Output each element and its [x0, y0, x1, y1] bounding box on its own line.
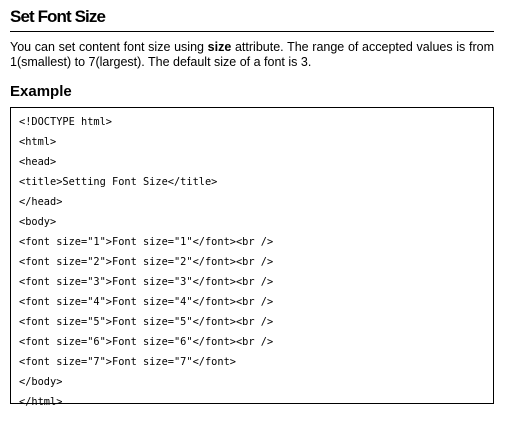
- document-page: Set Font Size You can set content font s…: [10, 6, 494, 408]
- code-line: </html>: [19, 396, 63, 408]
- code-line: <!DOCTYPE html>: [19, 116, 112, 128]
- code-line: <font size="7">Font size="7"</font>: [19, 356, 236, 368]
- code-example-box: <!DOCTYPE html> <html> <head> <title>Set…: [10, 107, 494, 408]
- code-line: <html>: [19, 136, 57, 148]
- intro-text-before: You can set content font size using: [10, 40, 208, 54]
- code-line: <font size="5">Font size="5"</font><br /…: [19, 316, 274, 328]
- code-line: <font size="4">Font size="4"</font><br /…: [19, 296, 274, 308]
- code-line: <body>: [19, 216, 57, 228]
- example-heading: Example: [10, 83, 72, 100]
- intro-paragraph: You can set content font size using size…: [10, 40, 494, 70]
- code-line: </body>: [19, 376, 63, 388]
- code-line: <head>: [19, 156, 57, 168]
- intro-keyword: size: [207, 40, 232, 54]
- section-title: Set Font Size: [10, 6, 494, 32]
- code-line: <font size="1">Font size="1"</font><br /…: [19, 236, 274, 248]
- code-line: <font size="2">Font size="2"</font><br /…: [19, 256, 274, 268]
- code-line: </head>: [19, 196, 63, 208]
- code-line: <font size="3">Font size="3"</font><br /…: [19, 276, 274, 288]
- code-line: <font size="6">Font size="6"</font><br /…: [19, 336, 274, 348]
- code-line: <title>Setting Font Size</title>: [19, 176, 218, 188]
